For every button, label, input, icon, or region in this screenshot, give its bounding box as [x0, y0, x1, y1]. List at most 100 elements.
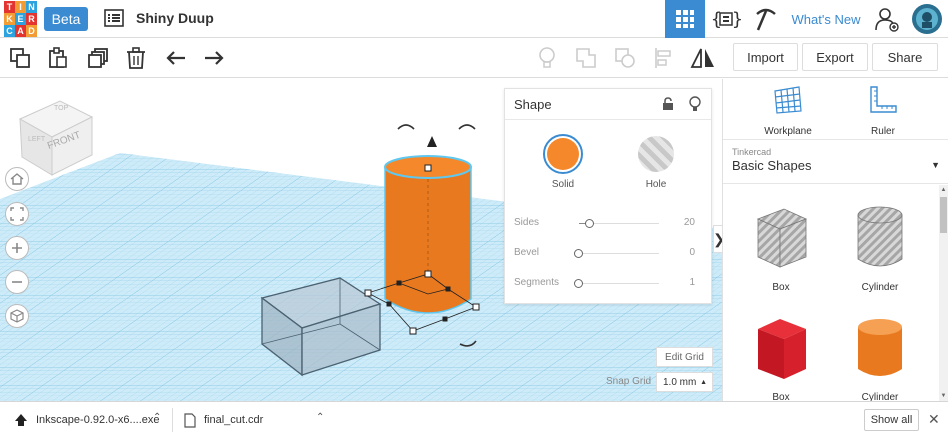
bricks-button[interactable]	[748, 0, 784, 38]
tinkercad-logo[interactable]: T I N K E R C A D	[4, 1, 37, 37]
box-hole-thumbnail	[756, 208, 808, 268]
library-dropdown[interactable]: Basic Shapes ▼	[732, 158, 942, 176]
document-file-icon	[184, 412, 196, 428]
lock-icon[interactable]	[662, 97, 674, 114]
fit-view-button[interactable]	[5, 202, 29, 226]
download-filename-1: Inkscape-0.92.0-x6....exe	[36, 414, 160, 426]
group-icon	[576, 48, 596, 68]
copy-button[interactable]	[6, 44, 34, 72]
whats-new-link[interactable]: What's New	[788, 0, 864, 38]
bevel-slider-thumb[interactable]	[574, 249, 583, 258]
share-button[interactable]: Share	[872, 43, 938, 71]
export-button[interactable]: Export	[802, 43, 868, 71]
3d-view-button[interactable]	[665, 0, 705, 38]
shape-tile-box-hole[interactable]: Box	[741, 201, 821, 293]
shapes-scrollbar[interactable]: ▲ ▼	[939, 185, 948, 401]
view-cube[interactable]: TOP LEFT FRONT	[18, 100, 94, 176]
download-item-2[interactable]: final_cut.cdr	[184, 409, 304, 431]
grid-view-icon	[676, 10, 694, 28]
design-title[interactable]: Shiny Duup	[136, 10, 214, 26]
mirror-button[interactable]	[689, 44, 717, 72]
scroll-down-arrow[interactable]: ▼	[939, 393, 948, 399]
logo-letter: N	[26, 1, 37, 13]
group-button[interactable]	[572, 44, 600, 72]
segments-slider[interactable]	[579, 283, 659, 284]
download-1-menu[interactable]: ⌃	[153, 412, 161, 423]
paste-icon	[49, 47, 67, 68]
workplane-button[interactable]: Workplane	[753, 85, 823, 137]
solid-color-swatch	[547, 138, 579, 170]
hole-label: Hole	[645, 179, 667, 190]
zoom-in-button[interactable]	[5, 236, 29, 260]
download-2-menu[interactable]: ⌃	[316, 412, 324, 423]
paste-button[interactable]	[44, 44, 72, 72]
top-bar: T I N K E R C A D Beta Shiny Duup {} Wha…	[0, 0, 948, 38]
logo-letter: E	[15, 13, 26, 25]
shape-tile-box[interactable]: Box	[741, 313, 821, 405]
shape-inspector: Shape Solid Hole Sides 20 Bevel 0 Segmen…	[504, 88, 712, 304]
bevel-slider[interactable]	[579, 253, 659, 254]
ungroup-icon	[615, 48, 635, 68]
duplicate-button[interactable]	[84, 44, 112, 72]
logo-letter: A	[15, 25, 26, 37]
minus-icon	[12, 281, 22, 283]
zoom-out-button[interactable]	[5, 270, 29, 294]
align-button[interactable]	[650, 44, 678, 72]
segments-value: 1	[689, 277, 695, 288]
beta-badge[interactable]: Beta	[44, 7, 88, 31]
sides-slider-thumb[interactable]	[585, 219, 594, 228]
downloads-bar: Inkscape-0.92.0-x6....exe ⌃ final_cut.cd…	[0, 401, 948, 437]
align-icon	[655, 48, 671, 68]
shape-tile-cylinder-hole[interactable]: Cylinder	[840, 201, 920, 293]
lift-arrow[interactable]	[427, 136, 437, 147]
home-view-button[interactable]	[5, 167, 29, 191]
cube-icon	[10, 309, 24, 323]
shape-tile-cylinder[interactable]: Cylinder	[840, 313, 920, 405]
svg-text:}: }	[732, 9, 741, 30]
workplane-icon	[774, 86, 802, 114]
caret-up-icon: ▲	[700, 378, 707, 386]
scroll-up-arrow[interactable]: ▲	[939, 187, 948, 193]
user-avatar[interactable]	[908, 0, 946, 38]
solid-button[interactable]: Solid	[541, 134, 585, 194]
shapes-sidebar: Workplane Ruler Tinkercad Basic Shapes ▼…	[722, 79, 948, 403]
sides-label: Sides	[514, 217, 540, 228]
download-item-1[interactable]: Inkscape-0.92.0-x6....exe	[14, 409, 164, 431]
logo-letter: R	[26, 13, 37, 25]
snap-grid-label: Snap Grid	[606, 376, 652, 387]
trash-icon	[127, 47, 145, 69]
delete-button[interactable]	[122, 44, 150, 72]
download-filename-2: final_cut.cdr	[204, 414, 264, 426]
inkscape-file-icon	[15, 414, 27, 426]
lightbulb-icon[interactable]	[689, 96, 701, 115]
bevel-row: Bevel 0	[514, 247, 704, 258]
design-list-icon[interactable]	[104, 9, 124, 27]
edit-grid-button[interactable]: Edit Grid	[656, 347, 713, 367]
perspective-button[interactable]	[5, 304, 29, 328]
bevel-label: Bevel	[514, 247, 540, 258]
redo-button[interactable]	[200, 44, 228, 72]
scrollbar-thumb[interactable]	[940, 197, 947, 233]
undo-icon	[166, 51, 185, 65]
cylinder-thumbnail	[858, 319, 902, 376]
shape-label: Cylinder	[861, 282, 899, 293]
cylinder-shape[interactable]	[384, 155, 472, 314]
lightbulb-icon	[539, 47, 555, 68]
plus-icon	[12, 243, 22, 253]
codeblocks-button[interactable]: {}	[707, 0, 745, 38]
segments-slider-thumb[interactable]	[574, 279, 583, 288]
close-downloads-icon[interactable]: ✕	[928, 411, 940, 428]
snap-grid-select[interactable]: 1.0 mm ▲	[656, 372, 713, 392]
edit-toolbar: Import Export Share	[0, 38, 948, 78]
undo-button[interactable]	[162, 44, 190, 72]
import-button[interactable]: Import	[733, 43, 798, 71]
show-all-button[interactable]: Show all	[864, 409, 919, 431]
ruler-button[interactable]: Ruler	[853, 85, 913, 137]
ungroup-button[interactable]	[611, 44, 639, 72]
fit-icon	[10, 207, 24, 221]
hole-button[interactable]: Hole	[634, 134, 678, 194]
notes-button[interactable]	[533, 44, 561, 72]
copy-icon	[10, 48, 30, 68]
cube-top-label: TOP	[54, 105, 69, 112]
add-user-button[interactable]	[870, 0, 904, 38]
